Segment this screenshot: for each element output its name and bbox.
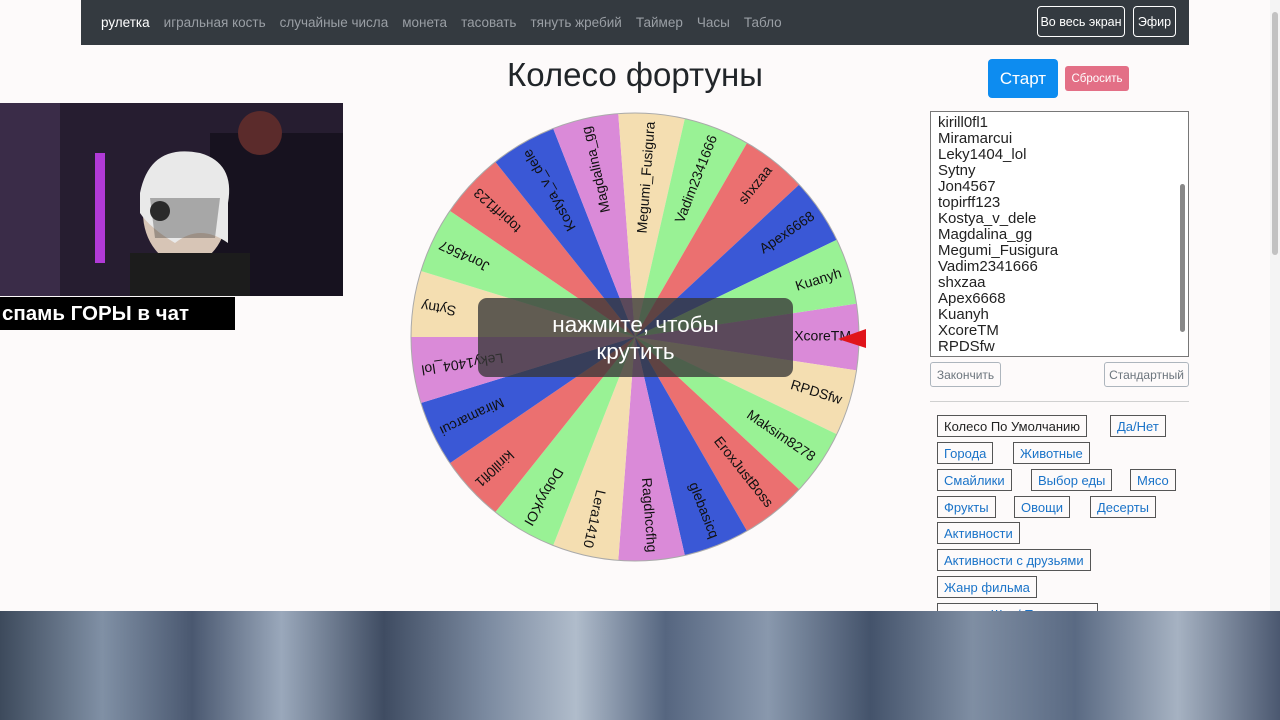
name-line: Kostya_v_dele bbox=[938, 210, 1037, 227]
top-navbar: рулетка игральная кость случайные числа … bbox=[81, 0, 1189, 45]
page-title: Колесо фортуны bbox=[507, 56, 763, 93]
page-scroll-thumb[interactable] bbox=[1272, 12, 1278, 255]
pointer-triangle bbox=[838, 329, 866, 348]
fullscreen-button[interactable]: Во весь экран bbox=[1037, 6, 1125, 37]
name-line: Jon4567 bbox=[938, 178, 996, 195]
stream-overlay-text: спамь ГОРЫ в чат bbox=[0, 297, 235, 330]
names-scroll-thumb[interactable] bbox=[1180, 184, 1185, 332]
names-textarea[interactable]: kirill0fl1 Miramarcui Leky1404_lol Sytny… bbox=[930, 111, 1189, 357]
webcam-image bbox=[0, 103, 343, 296]
nav-link-dice[interactable]: игральная кость bbox=[164, 15, 266, 30]
name-line: RPDSfw bbox=[938, 338, 995, 355]
nav-link-draw-lots[interactable]: тянуть жребий bbox=[530, 15, 621, 30]
name-line: Vadim2341666 bbox=[938, 258, 1038, 275]
name-line: topirff123 bbox=[938, 194, 1001, 211]
name-line: Megumi_Fusigura bbox=[938, 242, 1059, 259]
nav-link-clock[interactable]: Часы bbox=[697, 15, 730, 30]
name-line: kirill0fl1 bbox=[938, 114, 989, 131]
name-line: shxzaa bbox=[938, 274, 986, 291]
name-line: XcoreTM bbox=[938, 322, 999, 339]
preset-yes-no[interactable]: Да/Нет bbox=[1110, 415, 1166, 437]
divider bbox=[930, 401, 1189, 402]
start-button[interactable]: Старт bbox=[988, 59, 1058, 98]
wheel-pointer-icon bbox=[838, 329, 866, 348]
name-line: Miramarcui bbox=[938, 130, 1013, 147]
preset-animals[interactable]: Животные bbox=[1013, 442, 1090, 464]
finish-button[interactable]: Закончить bbox=[930, 362, 1001, 387]
preset-default-wheel[interactable]: Колесо По Умолчанию bbox=[937, 415, 1088, 437]
preset-fruits[interactable]: Фрукты bbox=[937, 496, 996, 518]
nav-link-coin[interactable]: монета bbox=[402, 15, 447, 30]
nav-link-scoreboard[interactable]: Табло bbox=[744, 15, 782, 30]
name-line: Kuanyh bbox=[938, 306, 989, 323]
name-line: Magdalina_gg bbox=[938, 226, 1033, 243]
nav-link-shuffle[interactable]: тасовать bbox=[461, 15, 516, 30]
standard-button[interactable]: Стандартный bbox=[1104, 362, 1189, 387]
preset-desserts[interactable]: Десерты bbox=[1090, 496, 1157, 518]
preset-smileys[interactable]: Смайлики bbox=[937, 469, 1012, 491]
nav-link-random-numbers[interactable]: случайные числа bbox=[280, 15, 389, 30]
preset-activities-friends[interactable]: Активности с друзьями bbox=[937, 549, 1091, 571]
reset-button[interactable]: Сбросить bbox=[1065, 66, 1129, 91]
preset-meat[interactable]: Мясо bbox=[1130, 469, 1176, 491]
preset-activities[interactable]: Активности bbox=[937, 522, 1020, 544]
name-line: Leky1404_lol bbox=[938, 146, 1027, 163]
names-list: kirill0fl1 Miramarcui Leky1404_lol Sytny… bbox=[938, 115, 1058, 355]
name-line: Sytny bbox=[938, 162, 976, 179]
preset-cities[interactable]: Города bbox=[937, 442, 994, 464]
names-scrollbar[interactable] bbox=[1178, 114, 1187, 354]
air-button[interactable]: Эфир bbox=[1133, 6, 1176, 37]
background-video-strip bbox=[0, 611, 1280, 720]
preset-movie-genre[interactable]: Жанр фильма bbox=[937, 576, 1037, 598]
webcam-overlay bbox=[0, 103, 343, 296]
spin-prompt[interactable]: нажмите, чтобы крутить bbox=[478, 298, 793, 377]
nav-link-timer[interactable]: Таймер bbox=[636, 15, 683, 30]
name-line: Apex6668 bbox=[938, 290, 1006, 307]
preset-food[interactable]: Выбор еды bbox=[1031, 469, 1113, 491]
nav-links: рулетка игральная кость случайные числа … bbox=[101, 0, 796, 45]
preset-vegetables[interactable]: Овощи bbox=[1014, 496, 1071, 518]
nav-link-roulette[interactable]: рулетка bbox=[101, 15, 150, 30]
